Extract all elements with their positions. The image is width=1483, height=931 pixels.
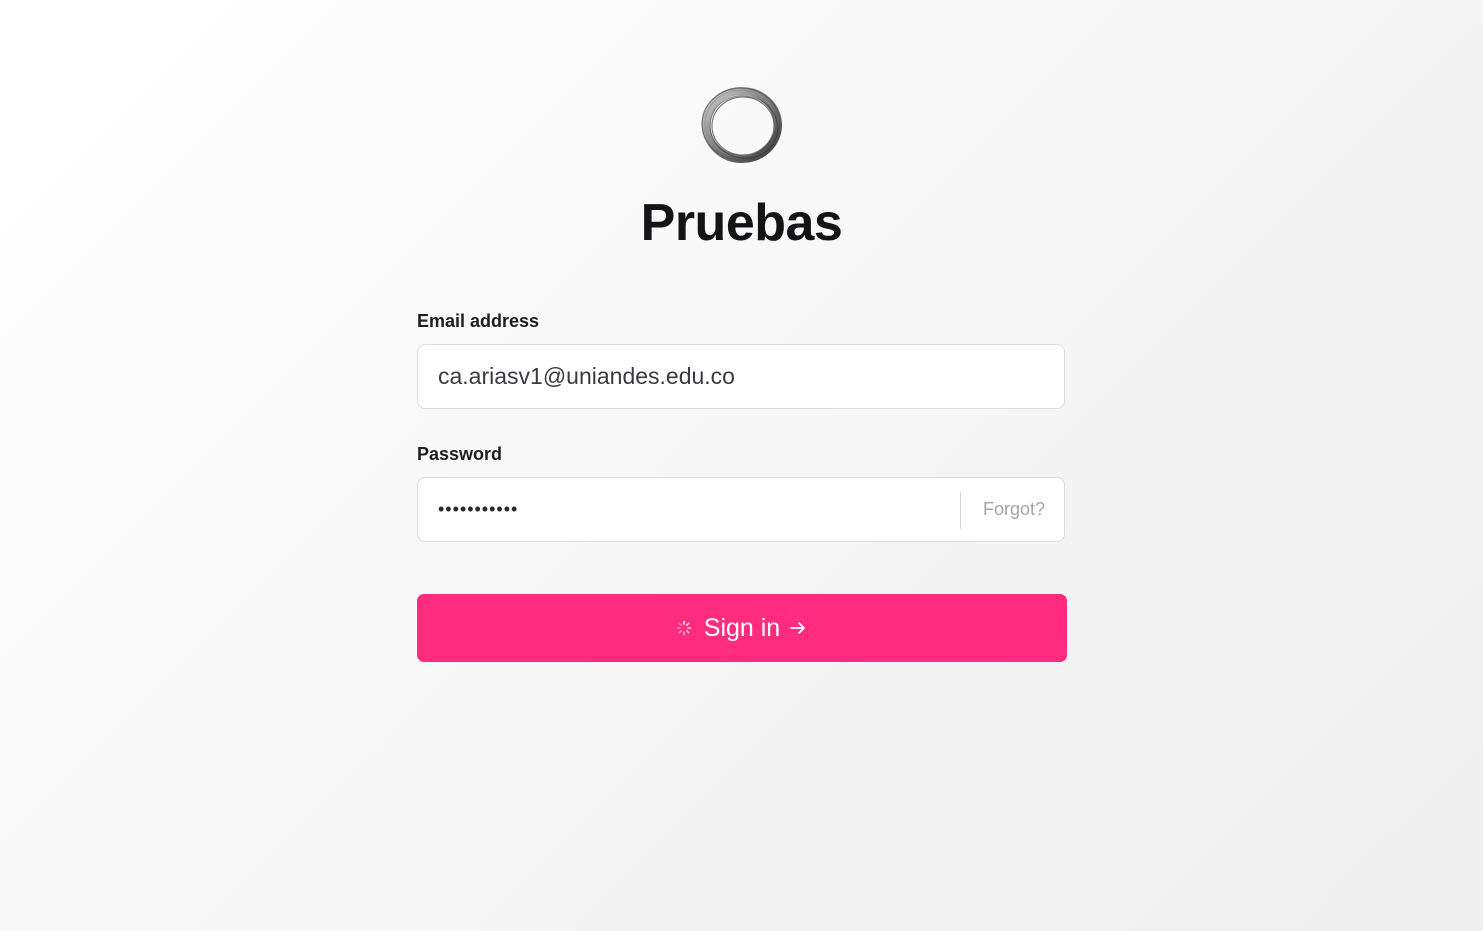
password-masked-value: ••••••••••• [438, 499, 519, 519]
arrow-right-icon [788, 618, 808, 638]
email-field[interactable]: ca.ariasv1@uniandes.edu.co [417, 344, 1065, 409]
forgot-password-link[interactable]: Forgot? [983, 478, 1045, 541]
sign-in-label: Sign in [703, 614, 781, 642]
page-title: Pruebas [640, 194, 843, 252]
email-label: Email address [417, 311, 540, 331]
password-field[interactable]: ••••••••••• Forgot? [417, 477, 1065, 542]
loading-spinner-icon [676, 620, 692, 636]
field-divider [960, 492, 961, 529]
email-value: ca.ariasv1@uniandes.edu.co [438, 363, 735, 389]
sign-in-button[interactable]: Sign in [417, 594, 1067, 662]
password-label: Password [417, 444, 503, 464]
app-logo-icon [699, 84, 785, 166]
